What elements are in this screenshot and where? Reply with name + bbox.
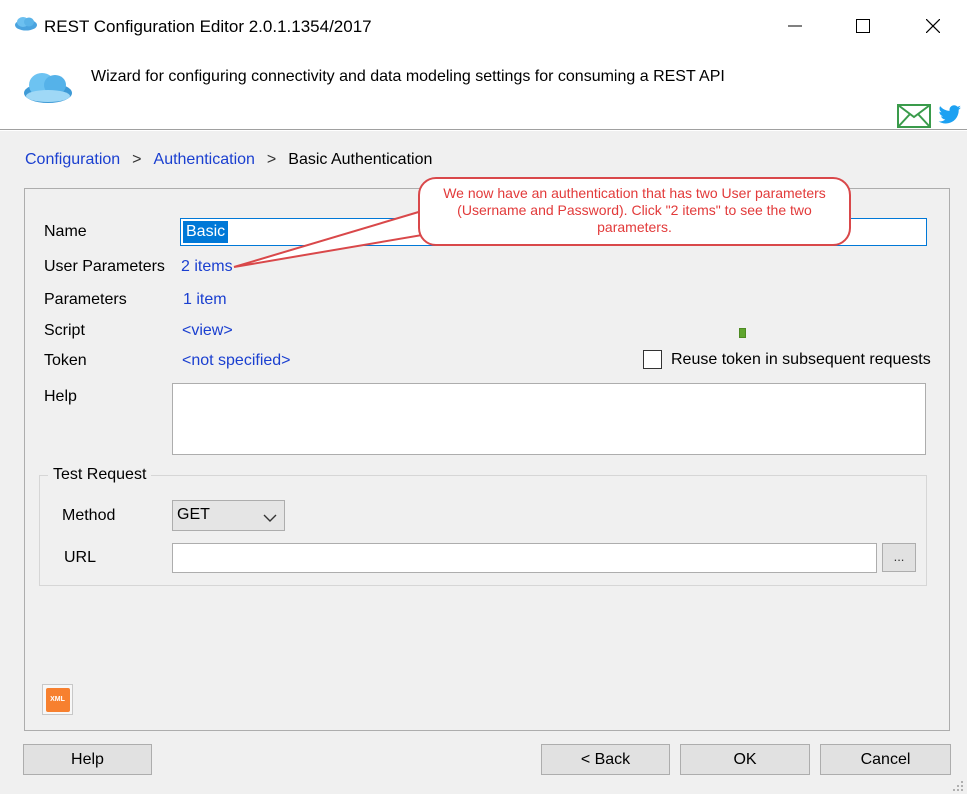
user-parameters-link[interactable]: 2 items (181, 258, 233, 276)
parameters-label: Parameters (44, 291, 127, 308)
test-request-title: Test Request (48, 466, 152, 484)
close-button[interactable] (910, 10, 956, 42)
close-icon (926, 19, 940, 33)
breadcrumb-configuration[interactable]: Configuration (25, 151, 120, 169)
cloud-app-icon (14, 15, 38, 36)
minimize-button[interactable] (772, 10, 818, 42)
breadcrumb: Configuration > Authentication > Basic A… (25, 151, 432, 169)
mail-icon[interactable] (897, 104, 931, 133)
script-label: Script (44, 322, 85, 339)
breadcrumb-separator: > (266, 151, 277, 168)
cancel-button[interactable]: Cancel (820, 744, 951, 775)
method-dropdown-value[interactable]: GET (177, 506, 210, 524)
status-indicator (739, 328, 746, 338)
xml-icon: XML (45, 687, 70, 712)
annotation-callout: We now have an authentication that has t… (418, 177, 851, 246)
script-link[interactable]: <view> (182, 322, 233, 340)
name-field-value[interactable]: Basic (183, 221, 229, 243)
breadcrumb-current: Basic Authentication (288, 151, 433, 168)
maximize-button[interactable] (840, 10, 886, 42)
name-label: Name (44, 223, 87, 240)
breadcrumb-authentication[interactable]: Authentication (154, 151, 255, 169)
url-label: URL (64, 549, 97, 566)
breadcrumb-separator: > (132, 151, 142, 168)
method-label: Method (62, 507, 116, 524)
url-field[interactable] (172, 543, 877, 573)
ok-button[interactable]: OK (680, 744, 810, 775)
user-parameters-label: User Parameters (44, 258, 165, 275)
help-button[interactable]: Help (23, 744, 152, 775)
wizard-description: Wizard for configuring connectivity and … (91, 68, 725, 85)
title-bar: REST Configuration Editor 2.0.1.1354/201… (0, 0, 967, 52)
chevron-down-icon[interactable] (263, 510, 277, 528)
reuse-token-label[interactable]: Reuse token in subsequent requests (671, 351, 931, 369)
cloud-logo-icon (22, 68, 74, 109)
url-browse-button[interactable]: ... (882, 543, 916, 572)
window-title: REST Configuration Editor 2.0.1.1354/201… (44, 17, 372, 36)
token-label: Token (44, 352, 87, 369)
token-link[interactable]: <not specified> (182, 352, 291, 370)
twitter-icon[interactable] (938, 104, 962, 131)
back-button[interactable]: < Back (541, 744, 670, 775)
help-label: Help (44, 388, 77, 405)
maximize-icon (856, 19, 870, 33)
minimize-icon (788, 25, 802, 27)
wizard-header: Wizard for configuring connectivity and … (0, 52, 967, 130)
reuse-token-checkbox[interactable] (643, 350, 662, 369)
xml-button[interactable]: XML (42, 684, 73, 715)
resize-grip-icon[interactable] (952, 779, 964, 794)
parameters-link[interactable]: 1 item (183, 291, 227, 309)
help-textarea[interactable] (172, 383, 926, 455)
